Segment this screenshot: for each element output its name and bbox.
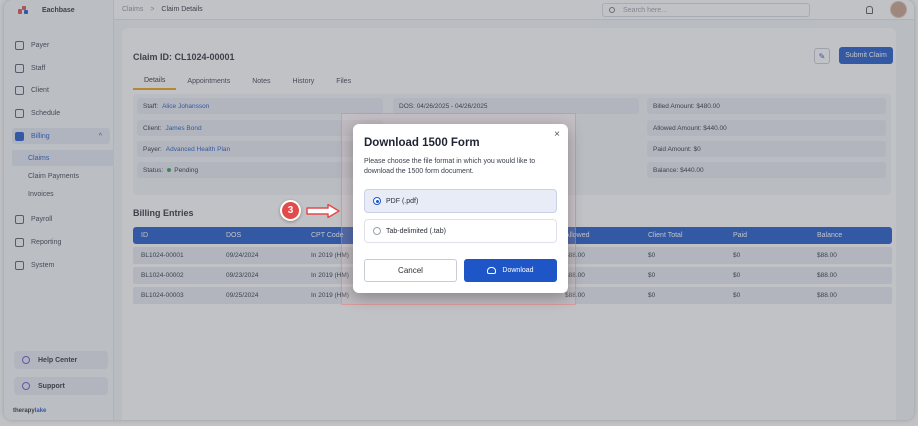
- step-badge: 3: [280, 200, 301, 221]
- download-form-dialog: × Download 1500 Form Please choose the f…: [353, 124, 568, 293]
- close-icon[interactable]: ×: [554, 129, 560, 140]
- tab-delimited-option[interactable]: Tab-delimited (.tab): [364, 219, 557, 243]
- download-button[interactable]: Download: [464, 259, 557, 282]
- radio-icon[interactable]: [373, 227, 381, 235]
- cancel-button[interactable]: Cancel: [364, 259, 457, 282]
- dialog-description: Please choose the file format in which y…: [364, 158, 536, 175]
- dialog-title: Download 1500 Form: [364, 137, 480, 149]
- arrow-right-icon: [306, 204, 340, 218]
- pdf-option[interactable]: PDF (.pdf): [364, 189, 557, 213]
- radio-selected-icon[interactable]: [373, 197, 381, 205]
- cloud-download-icon: [487, 267, 497, 274]
